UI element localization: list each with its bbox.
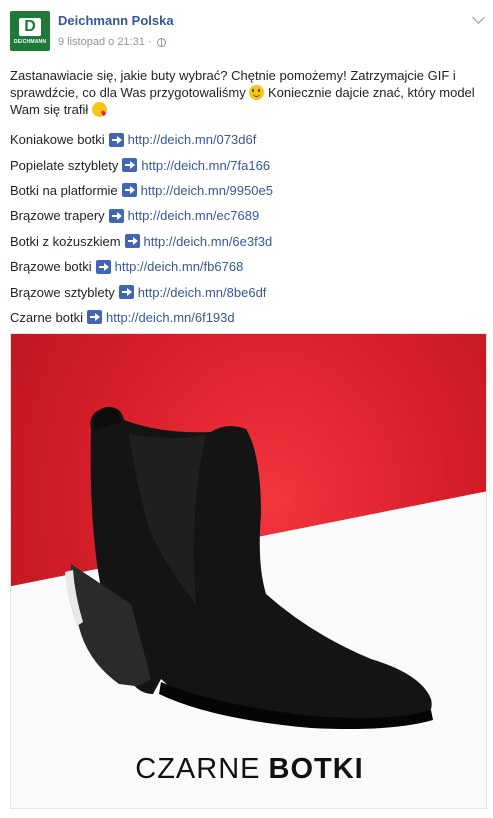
link-url[interactable]: http://deich.mn/fb6768 — [115, 258, 244, 275]
link-row: Brązowe botki http://deich.mn/fb6768 — [10, 254, 485, 279]
link-row: Botki z kożuszkiem http://deich.mn/6e3f3… — [10, 229, 485, 254]
arrow-right-icon — [124, 234, 140, 249]
logo-wordmark: DEICHMANN — [13, 38, 47, 45]
kiss-emoji-icon — [91, 102, 107, 117]
caption-bold: BOTKI — [268, 753, 364, 785]
link-url[interactable]: http://deich.mn/6e3f3d — [144, 233, 273, 250]
link-row: Czarne botki http://deich.mn/6f193d — [10, 305, 485, 330]
link-row: Popielate sztyblety http://deich.mn/7fa1… — [10, 152, 485, 177]
link-label: Brązowe sztyblety — [10, 284, 115, 300]
logo-letter: D — [19, 17, 41, 36]
link-list: Koniakowe botki http://deich.mn/073d6f P… — [10, 127, 485, 330]
post-image[interactable]: CZARNE BOTKI — [10, 333, 487, 809]
arrow-right-icon — [108, 208, 124, 223]
smile-emoji-icon — [249, 85, 265, 100]
link-label: Popielate sztyblety — [10, 157, 119, 173]
link-label: Koniakowe botki — [10, 132, 105, 148]
ankle-boot-image — [65, 406, 433, 729]
link-label: Brązowe botki — [10, 259, 92, 275]
link-row: Botki na platformie http://deich.mn/9950… — [10, 178, 485, 203]
link-label: Botki z kożuszkiem — [10, 233, 121, 249]
link-label: Brązowe trapery — [10, 208, 105, 224]
link-row: Koniakowe botki http://deich.mn/073d6f — [10, 127, 485, 152]
link-url[interactable]: http://deich.mn/ec7689 — [128, 207, 260, 224]
post-text: Zastanawiacie się, jakie buty wybrać? Ch… — [10, 67, 485, 118]
link-url[interactable]: http://deich.mn/7fa166 — [141, 157, 270, 174]
link-label: Czarne botki — [10, 309, 83, 325]
link-label: Botki na platformie — [10, 182, 118, 198]
arrow-right-icon — [122, 158, 138, 173]
globe-icon — [156, 37, 166, 47]
link-row: Brązowe sztyblety http://deich.mn/8be6df — [10, 279, 485, 304]
page-avatar[interactable]: D DEICHMANN — [10, 11, 50, 51]
link-url[interactable]: http://deich.mn/8be6df — [138, 284, 267, 301]
arrow-right-icon — [121, 183, 137, 198]
image-caption: CZARNE BOTKI — [11, 753, 486, 786]
arrow-right-icon — [86, 310, 102, 325]
arrow-right-icon — [118, 285, 134, 300]
link-row: Brązowe trapery http://deich.mn/ec7689 — [10, 203, 485, 228]
arrow-right-icon — [95, 259, 111, 274]
arrow-right-icon — [108, 132, 124, 147]
link-url[interactable]: http://deich.mn/9950e5 — [141, 182, 273, 199]
link-url[interactable]: http://deich.mn/6f193d — [106, 309, 235, 326]
facebook-post: D DEICHMANN Deichmann Polska 9 listopad … — [0, 0, 493, 818]
page-name[interactable]: Deichmann Polska — [58, 13, 174, 28]
link-url[interactable]: http://deich.mn/073d6f — [128, 131, 257, 148]
post-timestamp[interactable]: 9 listopad o 21:31 — [58, 36, 145, 48]
caption-thin: CZARNE — [135, 753, 261, 785]
post-meta: 9 listopad o 21:31 · — [58, 36, 166, 48]
chevron-down-icon[interactable] — [472, 11, 485, 24]
meta-separator: · — [147, 36, 152, 48]
